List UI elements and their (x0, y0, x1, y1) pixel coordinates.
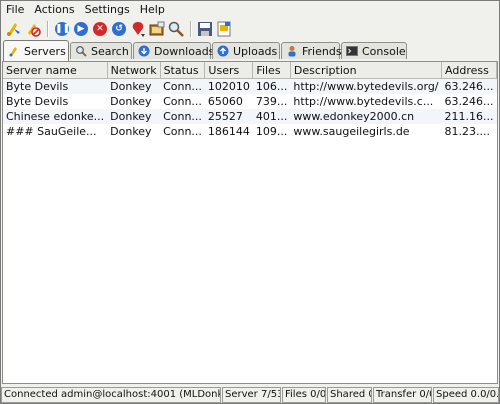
column-header-description[interactable]: Description (290, 62, 443, 79)
cell-status: Conn... (160, 94, 205, 109)
column-header-files[interactable]: Files (252, 62, 291, 79)
cell-address: 211.16... (441, 109, 497, 124)
cell-server-name: Byte Devils (3, 94, 108, 109)
cell-description: http://www.bytedevils.c... (290, 94, 442, 109)
table-row[interactable]: Byte Devils Donkey Conn... 65060 739... … (3, 94, 497, 109)
import-icon[interactable] (215, 20, 233, 38)
cell-files: 401... (252, 109, 291, 124)
cell-description: http://www.bytedevils.org/ (290, 78, 442, 94)
toolbar-separator (47, 21, 49, 37)
preview-icon[interactable] (148, 20, 166, 38)
status-speed: Speed 0.0/0.0 (433, 387, 499, 403)
tab-label: Servers (24, 44, 66, 58)
friends-icon (286, 45, 298, 57)
status-shared: Shared 0 (327, 387, 372, 403)
cell-files: 739... (252, 94, 291, 109)
menu-bar: File Actions Settings Help (1, 1, 499, 18)
tab-label: Friends (302, 44, 342, 58)
magnifier-icon[interactable] (167, 20, 185, 38)
toolbar: ❚❚ ▶ ✕ ↺ (1, 18, 499, 40)
cell-network: Donkey (107, 124, 161, 139)
tab-friends[interactable]: Friends (281, 42, 342, 59)
status-bar: Connected admin@localhost:4001 (MLDonkey… (1, 387, 499, 403)
column-header-address[interactable]: Address (441, 62, 498, 79)
save-icon[interactable] (196, 20, 214, 38)
cell-server-name: Byte Devils (3, 78, 108, 94)
table-row[interactable]: ### SauGeile... Donkey Conn... 186144 10… (3, 124, 497, 139)
cell-files: 106... (252, 78, 291, 94)
cell-users: 102010 (204, 78, 253, 94)
cell-address: 63.246... (441, 78, 497, 94)
tab-downloads[interactable]: Downloads (133, 42, 215, 59)
menu-file[interactable]: File (1, 1, 29, 18)
column-header-status[interactable]: Status (160, 62, 206, 79)
servers-icon (8, 45, 20, 57)
cell-network: Donkey (107, 78, 161, 94)
tab-label: Search (91, 44, 129, 58)
menu-help[interactable]: Help (135, 1, 170, 18)
status-connection: Connected admin@localhost:4001 (MLDonkey… (1, 387, 221, 403)
cell-users: 65060 (204, 94, 253, 109)
cell-address: 81.23.... (441, 124, 497, 139)
cell-users: 186144 (204, 124, 253, 139)
cell-network: Donkey (107, 94, 161, 109)
uploads-icon (217, 45, 229, 57)
column-header-users[interactable]: Users (204, 62, 254, 79)
tab-label: Console (362, 44, 406, 58)
cell-status: Conn... (160, 124, 205, 139)
column-header-network[interactable]: Network (107, 62, 161, 79)
table-header-row: Server name Network Status Users Files D… (3, 62, 498, 79)
play-icon[interactable]: ▶ (72, 20, 90, 38)
tab-label: Downloads (154, 44, 215, 58)
tab-console[interactable]: Console (341, 42, 407, 59)
server-table: Server name Network Status Users Files D… (3, 62, 498, 139)
cell-description: www.saugeilegirls.de (290, 124, 442, 139)
menu-settings[interactable]: Settings (80, 1, 135, 18)
cell-status: Conn... (160, 78, 205, 94)
connect-icon[interactable] (5, 20, 23, 38)
cell-network: Donkey (107, 109, 161, 124)
priority-icon[interactable] (129, 20, 147, 38)
cell-address: 63.246... (441, 94, 497, 109)
server-list-panel: Server name Network Status Users Files D… (2, 61, 498, 384)
status-server: Server 7/53 (222, 387, 281, 403)
cell-status: Conn... (160, 109, 205, 124)
cell-users: 25527 (204, 109, 253, 124)
status-transfer: Transfer 0/0 (373, 387, 432, 403)
tab-bar: Servers Search Downloads Uploads Friends (1, 40, 499, 61)
pause-icon[interactable]: ❚❚ (53, 20, 71, 38)
tab-label: Uploads (233, 44, 278, 58)
disconnect-icon[interactable] (24, 20, 42, 38)
tab-servers[interactable]: Servers (3, 40, 69, 61)
table-row[interactable]: Byte Devils Donkey Conn... 102010 106...… (3, 78, 497, 94)
cell-description: www.edonkey2000.cn (290, 109, 442, 124)
stop-icon[interactable]: ✕ (91, 20, 109, 38)
tab-uploads[interactable]: Uploads (212, 42, 280, 59)
console-icon (346, 45, 358, 57)
downloads-icon (138, 45, 150, 57)
cell-files: 109... (252, 124, 291, 139)
cell-server-name: Chinese edonke... (3, 109, 108, 124)
back-icon[interactable]: ↺ (110, 20, 128, 38)
table-row[interactable]: Chinese edonke... Donkey Conn... 25527 4… (3, 109, 497, 124)
status-files: Files 0/0 (282, 387, 326, 403)
tab-search[interactable]: Search (70, 42, 132, 59)
column-header-server-name[interactable]: Server name (3, 62, 108, 79)
search-icon (75, 45, 87, 57)
app-window: File Actions Settings Help ❚❚ ▶ ✕ ↺ Serv… (0, 0, 500, 404)
cell-server-name: ### SauGeile... (3, 124, 108, 139)
toolbar-separator (190, 21, 192, 37)
menu-actions[interactable]: Actions (29, 1, 79, 18)
